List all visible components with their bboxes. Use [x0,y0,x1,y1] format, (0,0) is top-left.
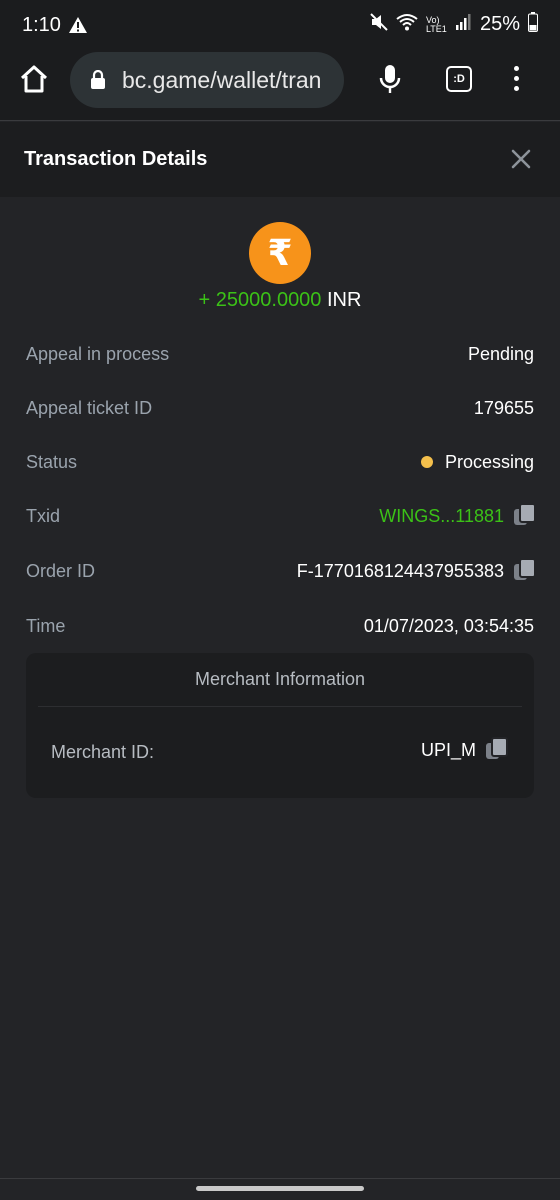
signal-icon [455,13,472,36]
txid-value-wrap: WINGS...11881 [379,503,536,527]
lock-icon [90,69,106,95]
microphone-icon[interactable] [378,64,402,101]
status-value-wrap: Processing [420,451,534,473]
copy-icon[interactable] [486,737,508,761]
battery-percent: 25% [479,13,520,35]
browser-toolbar: bc.game/wallet/tran :D [0,50,560,121]
rupee-coin-icon: ₹ [249,222,311,284]
close-icon[interactable] [510,148,532,175]
status-icons: Vo) LTE1 25% [370,12,538,37]
txid-label: Txid [26,505,61,526]
time-value: 01/07/2023, 03:54:35 [363,615,534,636]
detail-row-txid: Txid WINGS...11881 [26,501,536,531]
amount-value: + 25000.0000 [198,289,322,311]
divider [38,706,522,707]
dialog-header: Transaction Details [0,122,560,197]
merchant-title: Merchant Information [194,669,366,689]
nav-divider [0,1178,560,1179]
order-value: F-1770168124437955383 [296,560,504,581]
network-label: Vo) LTE1 [425,14,447,34]
txid-value[interactable]: WINGS...11881 [379,506,504,527]
detail-row-status: Status Processing [26,447,534,477]
merchant-card: Merchant Information Merchant ID: UPI_M [26,653,534,798]
amount-currency: INR [327,289,362,311]
warning-icon [68,16,88,39]
url-bar[interactable]: bc.game/wallet/tran [70,52,344,108]
url-text: bc.game/wallet/tran [122,67,322,93]
detail-row-ticket: Appeal ticket ID 179655 [26,393,534,423]
appeal-value: Pending [467,343,534,364]
detail-row-time: Time 01/07/2023, 03:54:35 [26,611,534,641]
wifi-icon [396,13,418,36]
ticket-value: 179655 [473,397,534,418]
dialog-title: Transaction Details [24,148,208,170]
status-value: Processing [444,451,534,472]
home-icon[interactable] [18,64,54,100]
status-time: 1:10 [22,14,61,36]
merchant-id-label: Merchant ID: [51,742,155,762]
merchant-id-value: UPI_M [420,739,476,760]
tab-switcher-button[interactable]: :D [446,66,472,92]
battery-icon [528,12,538,37]
status-bar: 1:10 Vo) LTE1 25% [0,0,560,50]
detail-row-appeal: Appeal in process Pending [26,339,534,369]
ticket-label: Appeal ticket ID [26,397,153,418]
merchant-id-wrap: UPI_M [420,737,508,761]
status-dot-icon [420,456,433,468]
order-label: Order ID [26,560,96,581]
time-label: Time [26,615,66,636]
appeal-label: Appeal in process [26,343,170,364]
transaction-amount: + 25000.0000 INR [0,289,560,312]
gesture-handle[interactable] [196,1186,364,1191]
order-value-wrap: F-1770168124437955383 [296,558,536,582]
copy-icon[interactable] [514,558,536,582]
detail-row-order: Order ID F-1770168124437955383 [26,556,536,586]
status-label: Status [26,451,78,472]
menu-icon[interactable] [514,66,519,96]
mute-icon [370,13,388,36]
copy-icon[interactable] [514,503,536,527]
